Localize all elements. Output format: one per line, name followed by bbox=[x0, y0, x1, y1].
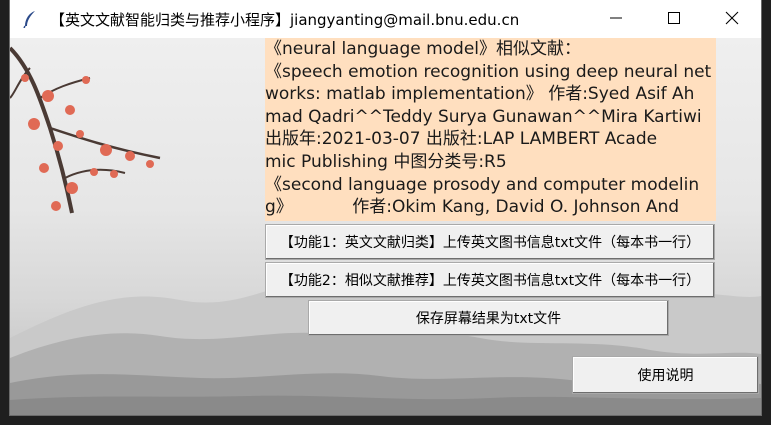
help-button[interactable]: 使用说明 bbox=[572, 356, 759, 394]
result-text-area[interactable]: 《neural language model》相似文献： 《speech emo… bbox=[265, 38, 716, 221]
result-line: mad Qadri^^Teddy Surya Gunawan^^Mira Kar… bbox=[265, 106, 702, 127]
client-area: 《neural language model》相似文献： 《speech emo… bbox=[10, 38, 761, 415]
result-line: 出版年:2021-03-07 出版社:LAP LAMBERT Acade bbox=[265, 129, 658, 150]
feather-icon bbox=[16, 0, 44, 38]
result-line: works: matlab implementation》 作者:Syed As… bbox=[265, 84, 695, 105]
recommend-upload-button[interactable]: 【功能2：相似文献推荐】上传英文图书信息txt文件（每本书一行） bbox=[265, 262, 715, 298]
title-bar[interactable]: 【英文文献智能归类与推荐小程序】jiangyanting@mail.bnu.ed… bbox=[10, 0, 761, 38]
app-window: 【英文文献智能归类与推荐小程序】jiangyanting@mail.bnu.ed… bbox=[10, 0, 761, 415]
maximize-button[interactable] bbox=[645, 0, 703, 38]
save-results-button[interactable]: 保存屏幕结果为txt文件 bbox=[308, 300, 669, 336]
result-line: mic Publishing 中图分类号:R5 bbox=[265, 151, 507, 172]
window-title: 【英文文献智能归类与推荐小程序】jiangyanting@mail.bnu.ed… bbox=[50, 10, 520, 29]
close-icon bbox=[725, 10, 739, 29]
maximize-icon bbox=[667, 10, 681, 29]
result-line: 《second language prosody and computer mo… bbox=[265, 174, 700, 195]
result-line: 《neural language model》相似文献： bbox=[265, 39, 582, 59]
minimize-button[interactable] bbox=[587, 0, 645, 38]
result-line: 《speech emotion recognition using deep n… bbox=[265, 61, 712, 82]
classify-upload-button[interactable]: 【功能1：英文文献归类】上传英文图书信息txt文件（每本书一行） bbox=[265, 224, 715, 260]
minimize-icon bbox=[609, 10, 623, 29]
close-button[interactable] bbox=[703, 0, 761, 38]
result-line: g》 作者:Okim Kang, David O. Johnson And bbox=[265, 197, 680, 218]
